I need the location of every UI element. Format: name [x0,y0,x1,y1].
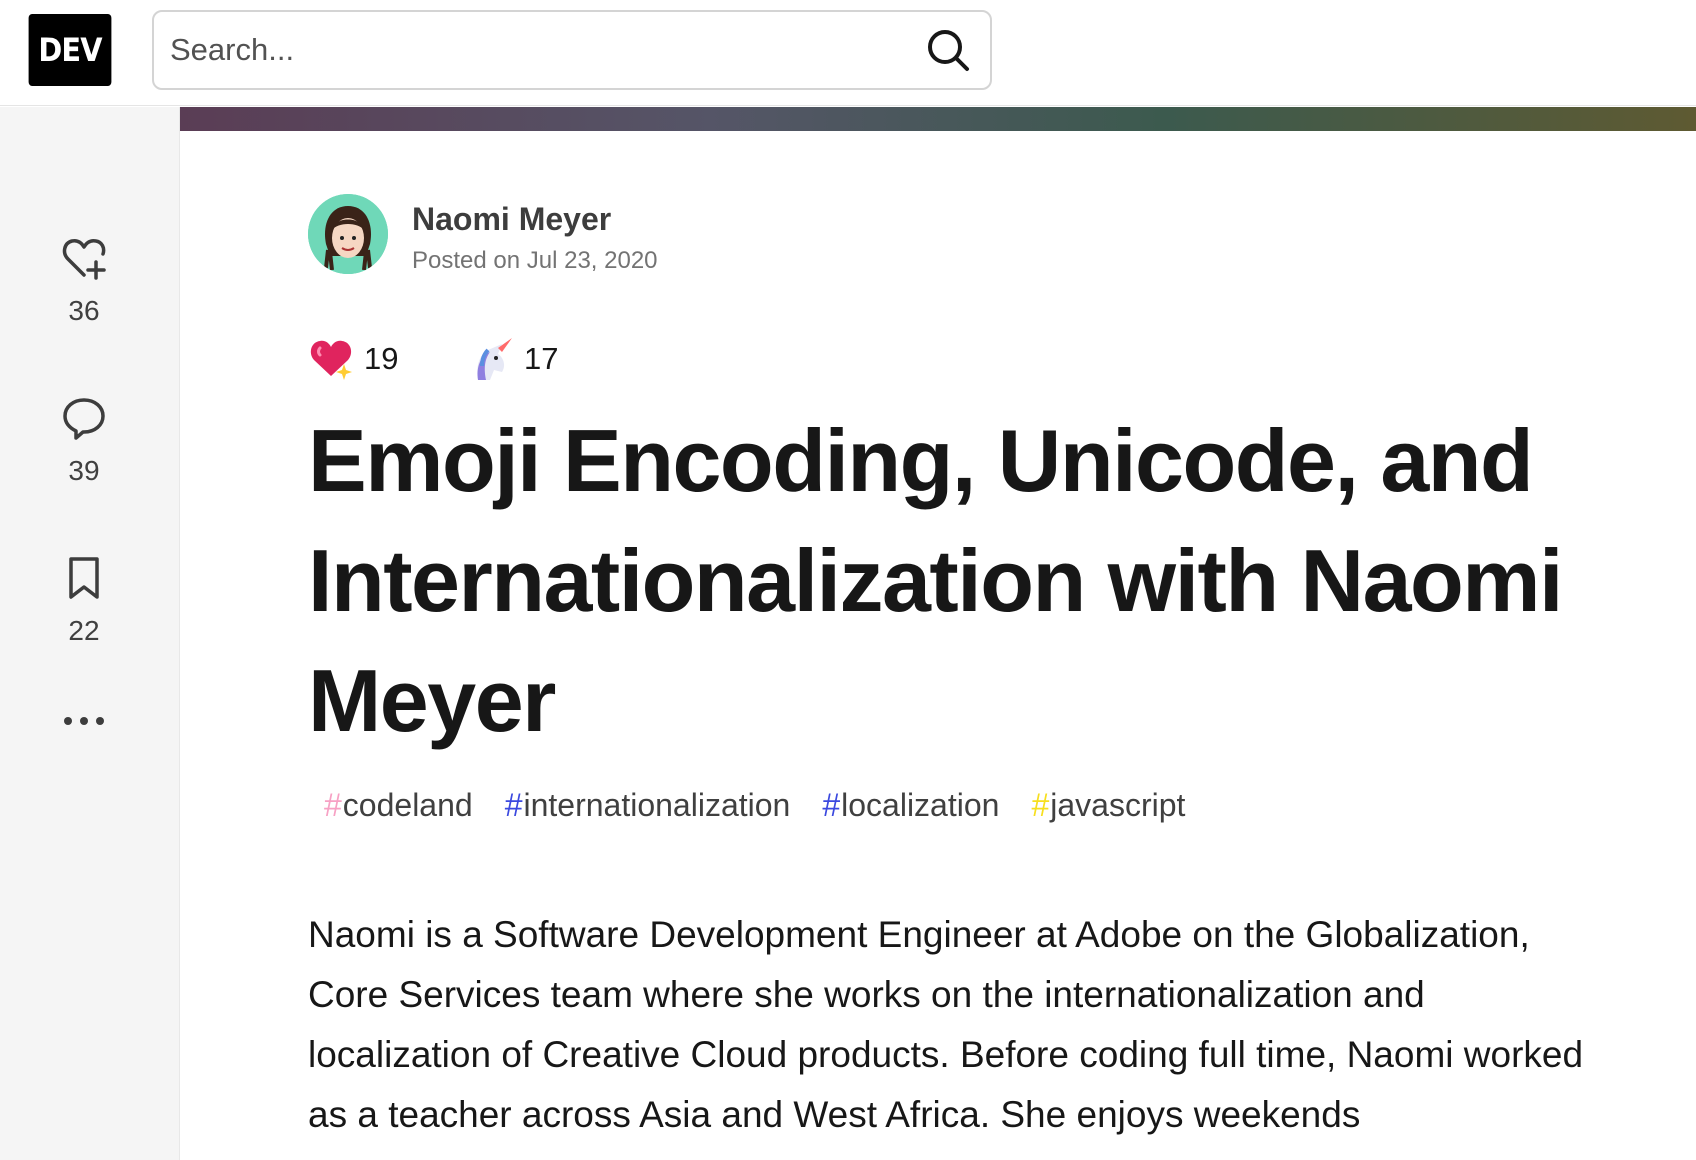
sparkle-heart-icon [310,340,352,380]
reactions-count: 36 [68,295,100,326]
comment-icon [63,398,105,440]
reaction-count: 19 [364,341,399,376]
tag-hash: # [324,787,342,823]
article-title: Emoji Encoding, Unicode, and Internation… [308,411,1564,750]
tag-javascript[interactable]: #javascript [1031,787,1185,824]
article-actions-sidebar: 36 39 22 [0,107,180,1160]
tag-hash: # [504,787,523,823]
heart-plus-icon [62,239,106,280]
reaction-sparkle-heart[interactable]: 19 [308,335,398,383]
search-input[interactable] [170,12,910,88]
author-name[interactable]: Naomi Meyer [412,201,611,238]
comments-count: 39 [68,455,100,486]
tag-codeland[interactable]: #codeland [324,787,473,824]
tag-label: javascript [1050,787,1186,823]
top-header: DEV [0,0,1696,106]
more-options-button[interactable] [0,715,168,727]
tag-label: internationalization [523,787,791,823]
dev-logo[interactable]: DEV [28,14,112,86]
search-box[interactable] [152,10,992,90]
tag-internationalization[interactable]: #internationalization [505,787,791,824]
post-date: Posted on Jul 23, 2020 [412,247,658,274]
bookmark-icon [69,557,99,599]
react-button[interactable]: 36 [0,235,168,327]
tag-label: localization [841,787,1000,823]
unicorn-icon [477,338,512,380]
avatar-illustration [308,194,388,274]
bookmarks-count: 22 [68,615,100,646]
author-avatar[interactable] [308,194,388,274]
tag-hash: # [1031,787,1050,823]
cover-banner [180,107,1696,131]
bookmark-button[interactable]: 22 [0,555,168,647]
tag-list: #codeland #internationalization #localiz… [324,787,1217,824]
tag-localization[interactable]: #localization [822,787,999,824]
reaction-unicorn[interactable]: 17 [468,335,558,383]
article-main: Naomi Meyer Posted on Jul 23, 2020 19 17… [180,131,1696,1160]
reaction-count: 17 [524,341,559,376]
tag-label: codeland [342,787,473,823]
article-body-paragraph: Naomi is a Software Development Engineer… [308,914,1584,1135]
comments-button[interactable]: 39 [0,395,168,487]
more-horizontal-icon [64,717,104,725]
tag-hash: # [822,787,841,823]
search-icon[interactable] [924,26,972,74]
